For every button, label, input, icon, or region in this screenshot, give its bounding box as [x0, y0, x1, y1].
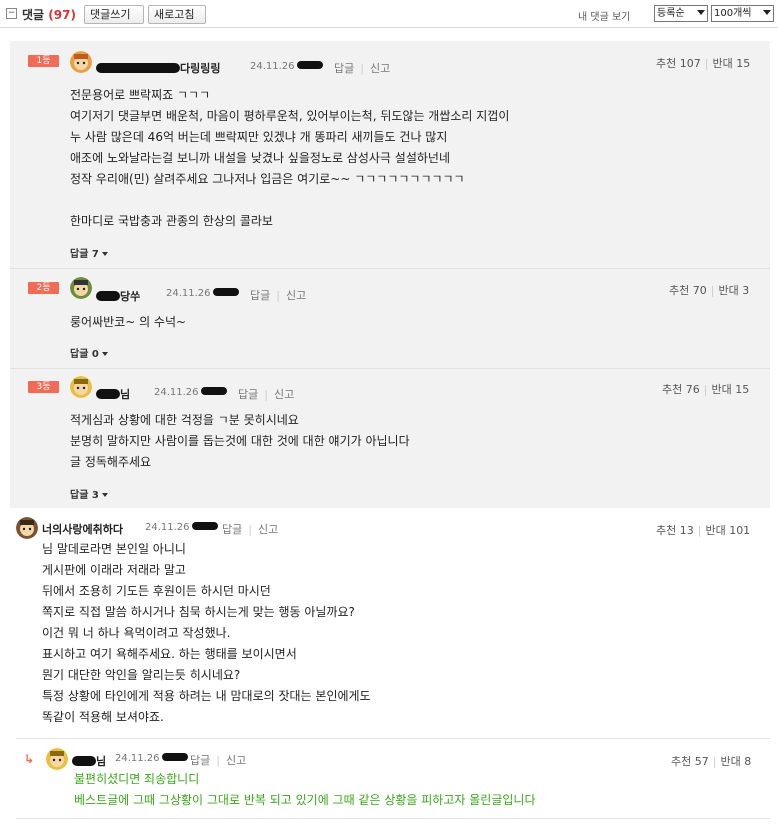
comment-body: 불편히셨디면 죄송합니디 베스트글에 그때 그상황이 그대로 반복 되고 있기에…: [74, 772, 536, 807]
report-link[interactable]: 신고: [370, 62, 390, 75]
comments-title: 댓글 (97): [22, 6, 76, 23]
comment-date-text: 24.11.26: [166, 288, 211, 299]
comment-date-text: 24.11.26: [250, 61, 295, 72]
replies-toggle[interactable]: 답글 7: [70, 245, 108, 260]
report-link[interactable]: 신고: [286, 289, 306, 302]
comments-count: (97): [48, 8, 76, 22]
caret-down-icon: [101, 252, 108, 256]
caret-down-icon: [101, 352, 108, 356]
report-link[interactable]: 신고: [274, 388, 294, 401]
comment-body: 룽어싸반코~ 의 수넉~: [70, 315, 187, 329]
comment-actions: 답글 | 신고: [238, 388, 295, 401]
nickname-text: 다링링링: [180, 62, 221, 75]
comment-date-text: 24.11.26: [154, 387, 199, 398]
vote-counts: 추천 57 | 반대 8: [671, 755, 752, 768]
replies-toggle[interactable]: 답글 0: [70, 345, 108, 360]
comment-date-text: 24.11.26: [145, 522, 190, 533]
nickname-text: 님: [96, 755, 107, 768]
downvote-button[interactable]: 반대 15: [712, 57, 750, 70]
avatar[interactable]: [70, 51, 92, 73]
vote-counts: 추천 70 | 반대 3: [669, 284, 750, 297]
downvote-button[interactable]: 반대 3: [718, 284, 749, 297]
upvote-button[interactable]: 추천 70: [669, 284, 707, 297]
comment-body: 적게심과 상황에 대한 걱정을 ㄱ분 못히시네요 분명히 말하지만 사람이를 돕…: [70, 413, 410, 469]
nickname[interactable]: 님: [72, 753, 106, 769]
comment-date: 24.11.26: [166, 288, 239, 299]
nickname[interactable]: 너의사랑에취하다: [42, 521, 123, 537]
per-page-select[interactable]: 100개씩: [711, 5, 774, 22]
sort-select[interactable]: 등록순: [654, 5, 708, 22]
nickname-text: 당쑤: [120, 290, 141, 303]
vote-counts: 추천 107 | 반대 15: [656, 57, 751, 70]
my-comments-link[interactable]: 내 댓글 보기: [578, 8, 630, 23]
nickname-text: 님: [120, 388, 131, 401]
avatar[interactable]: [46, 748, 68, 770]
minus-box-icon[interactable]: −: [6, 8, 17, 19]
reply-link[interactable]: 답글: [222, 523, 242, 536]
reply-arrow-icon: ↳: [24, 752, 35, 766]
comment-actions: 답글 | 신고: [250, 289, 307, 302]
comment-body: 님 말데로라면 본인일 아니니 게시판에 이래라 저래라 말고 뒤에서 조용히 …: [42, 542, 371, 724]
comment-date: 24.11.26: [145, 522, 218, 533]
divider: [16, 738, 770, 739]
divider: [10, 368, 770, 369]
vote-counts: 추천 13 | 반대 101: [656, 524, 751, 537]
replies-toggle-label: 답글 7: [70, 249, 99, 260]
comment-toolbar: − 댓글 (97) 댓글쓰기 새로고침 내 댓글 보기 등록순 100개씩: [0, 0, 778, 28]
comments-title-label: 댓글: [22, 8, 45, 22]
downvote-button[interactable]: 반대 101: [705, 524, 750, 537]
avatar[interactable]: [70, 376, 92, 398]
comment-actions: 답글 | 신고: [222, 523, 279, 536]
nickname[interactable]: 당쑤: [96, 288, 140, 304]
comment-actions: 답글 | 신고: [190, 754, 247, 767]
nickname[interactable]: 다링링링: [96, 60, 220, 76]
refresh-button[interactable]: 새로고침: [148, 5, 206, 24]
divider: [16, 818, 770, 819]
chevron-down-icon: [763, 10, 771, 15]
upvote-button[interactable]: 추천 13: [656, 524, 694, 537]
replies-toggle-label: 답글 0: [70, 349, 99, 360]
replies-toggle[interactable]: 답글 3: [70, 486, 108, 501]
downvote-button[interactable]: 반대 15: [711, 383, 749, 396]
avatar[interactable]: [70, 277, 92, 299]
comment-body: 전문용어로 쁘락찌죠 ㄱㄱㄱ 여기저기 댓글부면 배운척, 마음이 평하루운척,…: [70, 88, 510, 228]
write-comment-button[interactable]: 댓글쓰기: [84, 5, 144, 24]
per-page-select-value: 100개씩: [714, 8, 752, 19]
reply-link[interactable]: 답글: [238, 388, 258, 401]
rank-badge: 3등: [28, 381, 59, 393]
report-link[interactable]: 신고: [258, 523, 278, 536]
comment-actions: 답글 | 신고: [334, 62, 391, 75]
reply-link[interactable]: 답글: [250, 289, 270, 302]
comment-date: 24.11.26: [250, 61, 323, 72]
report-link[interactable]: 신고: [226, 754, 246, 767]
comment-date-text: 24.11.26: [115, 753, 160, 764]
comment-date: 24.11.26: [115, 753, 188, 764]
reply-link[interactable]: 답글: [190, 754, 210, 767]
upvote-button[interactable]: 추천 57: [671, 755, 709, 768]
vote-counts: 추천 76 | 반대 15: [662, 383, 750, 396]
reply-link[interactable]: 답글: [334, 62, 354, 75]
upvote-button[interactable]: 추천 107: [656, 57, 701, 70]
replies-toggle-label: 답글 3: [70, 490, 99, 501]
caret-down-icon: [101, 493, 108, 497]
nickname[interactable]: 님: [96, 386, 130, 402]
avatar[interactable]: [16, 517, 38, 539]
rank-badge: 1등: [28, 55, 59, 67]
divider: [10, 268, 770, 269]
comment-date: 24.11.26: [154, 387, 227, 398]
downvote-button[interactable]: 반대 8: [720, 755, 751, 768]
rank-badge: 2등: [28, 282, 59, 294]
sort-select-value: 등록순: [657, 8, 685, 19]
upvote-button[interactable]: 추천 76: [662, 383, 700, 396]
chevron-down-icon: [697, 10, 705, 15]
